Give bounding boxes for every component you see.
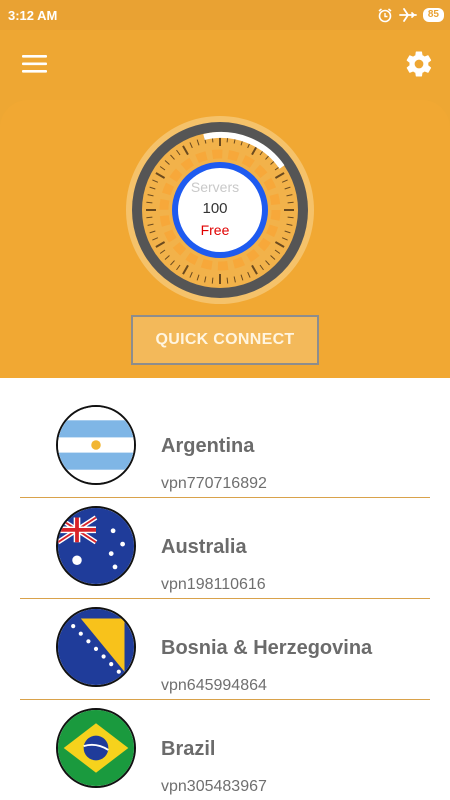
menu-icon[interactable]	[22, 52, 48, 76]
quick-connect-button[interactable]: QUICK CONNECT	[131, 315, 319, 365]
server-list: Argentina vpn770716892 Australia vpn1981…	[0, 378, 450, 800]
server-host: vpn770716892	[161, 475, 267, 492]
gauge-tick	[287, 201, 294, 204]
settings-icon[interactable]	[404, 49, 434, 79]
app-bar	[0, 30, 450, 100]
server-row[interactable]: Argentina vpn770716892	[20, 397, 430, 498]
server-row[interactable]: Brazil vpn305483967	[20, 700, 430, 800]
gauge-tick	[287, 216, 294, 219]
server-row[interactable]: Australia vpn198110616	[20, 498, 430, 599]
gauge-tick	[146, 201, 153, 204]
country-name: Australia	[161, 536, 247, 558]
bosnia-herzegovina-flag-icon	[56, 607, 136, 687]
battery-icon: 85	[422, 8, 444, 22]
server-host: vpn305483967	[161, 778, 267, 795]
server-host: vpn645994864	[161, 677, 267, 694]
server-row[interactable]: Bosnia & Herzegovina vpn645994864	[20, 599, 430, 700]
australia-flag-icon	[56, 506, 136, 586]
country-name: Bosnia & Herzegovina	[161, 637, 373, 659]
country-name: Argentina	[161, 435, 255, 457]
servers-tier: Free	[200, 222, 230, 238]
gauge-tick	[226, 277, 229, 284]
airplane-mode-icon	[398, 7, 417, 23]
country-name: Brazil	[161, 738, 216, 760]
servers-count: 100	[202, 200, 228, 217]
status-bar: 3:12 AM 85	[0, 0, 450, 30]
alarm-icon	[377, 7, 393, 23]
status-icons: 85	[377, 6, 444, 24]
argentina-flag-icon	[56, 405, 136, 485]
gauge-tick	[211, 277, 214, 284]
servers-label: Servers	[190, 179, 240, 195]
brazil-flag-icon	[56, 708, 136, 788]
status-time: 3:12 AM	[8, 8, 58, 23]
server-host: vpn198110616	[161, 576, 266, 593]
gauge-tick	[146, 216, 153, 219]
